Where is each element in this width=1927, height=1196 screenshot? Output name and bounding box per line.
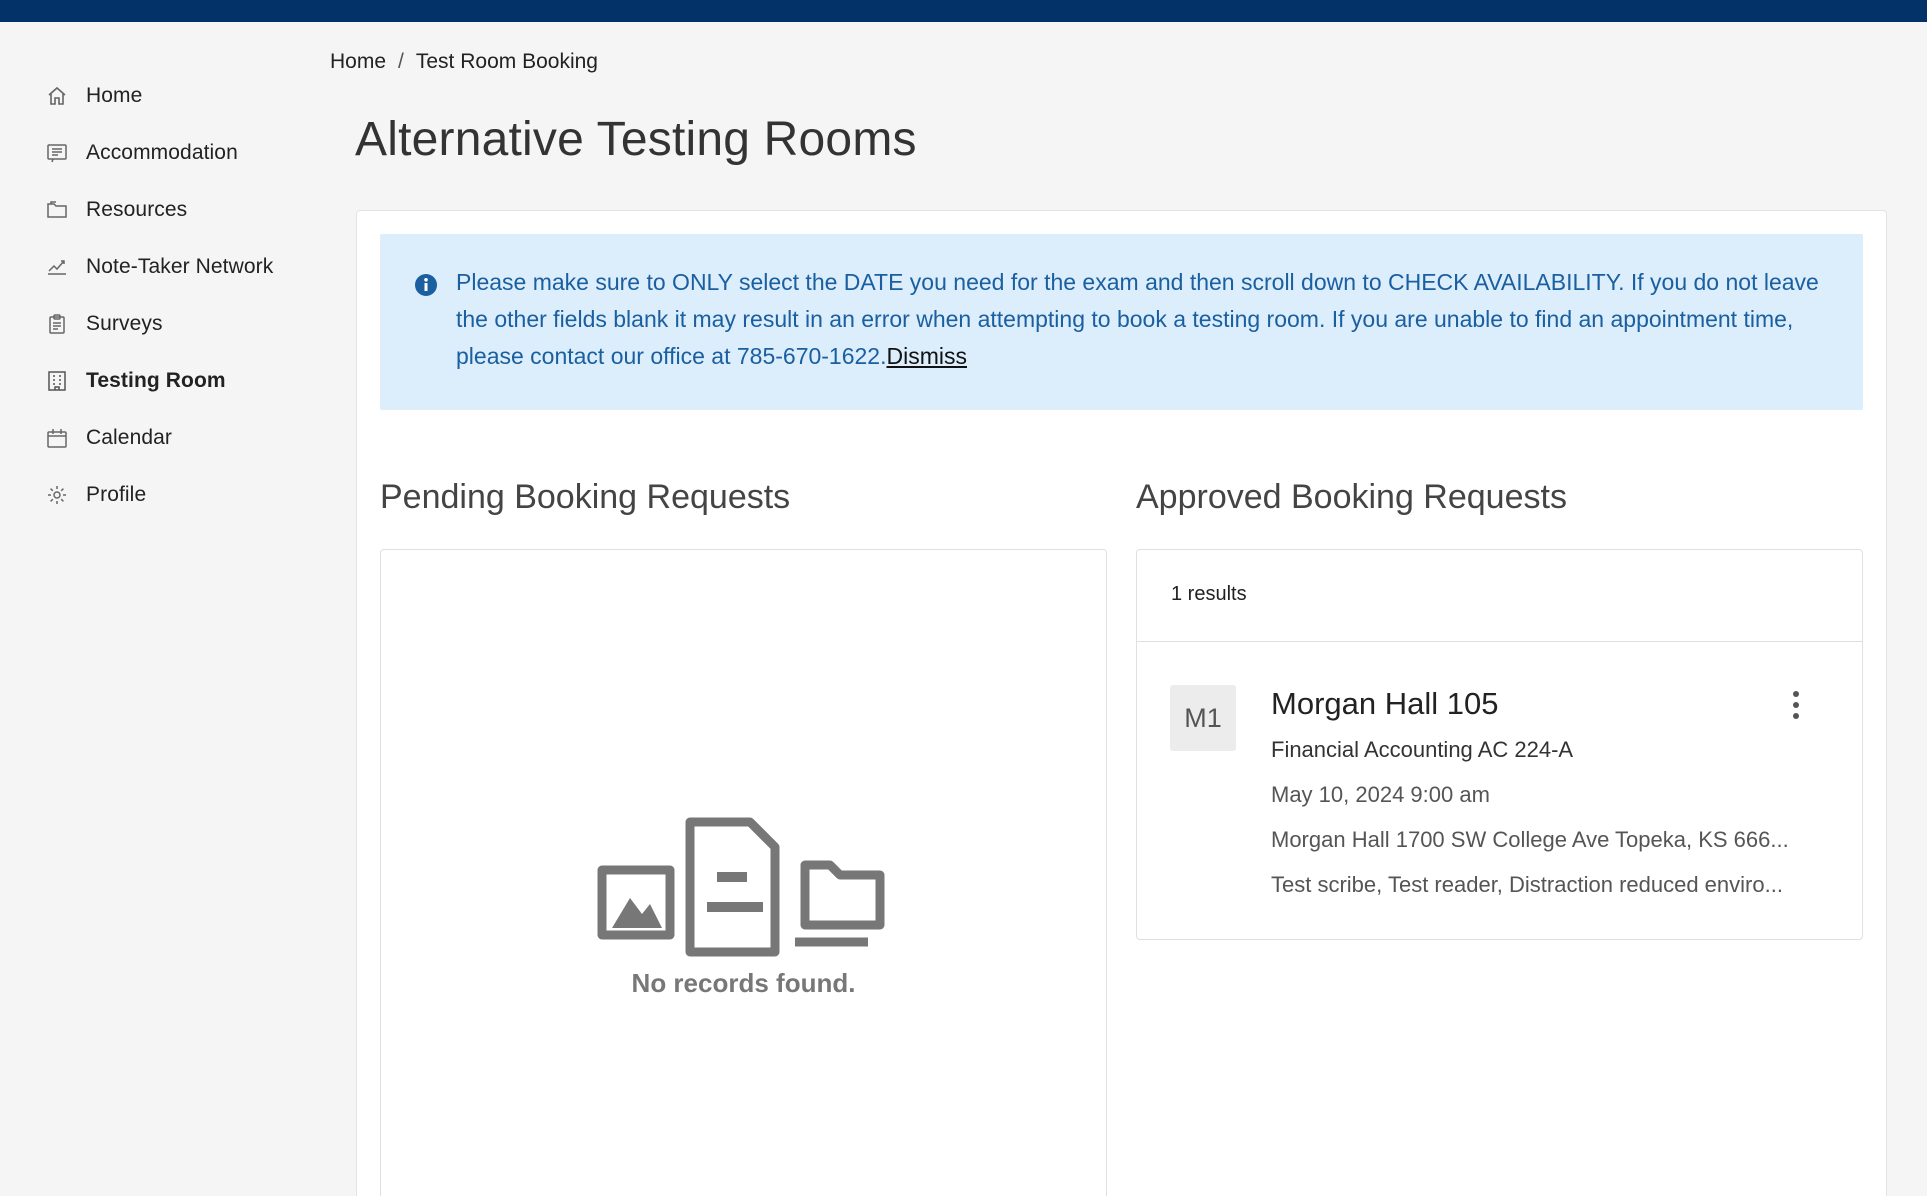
breadcrumb: Home / Test Room Booking [330,50,598,74]
breadcrumb-current: Test Room Booking [415,50,598,73]
sidebar-item-label: Testing Room [86,369,226,392]
sidebar-item-profile[interactable]: Profile [44,475,146,515]
approved-section-title: Approved Booking Requests [1136,478,1567,516]
clipboard-icon [44,311,70,337]
sidebar-item-label: Calendar [86,426,173,449]
results-count: 1 results [1171,583,1247,605]
gear-icon [44,482,70,508]
sidebar-item-home[interactable]: Home [44,76,142,116]
divider [1137,641,1862,642]
home-icon [44,83,70,109]
more-options-icon[interactable] [1786,688,1806,722]
top-bar [0,0,1927,22]
building-icon [44,368,70,394]
booking-room-name[interactable]: Morgan Hall 105 [1271,686,1498,722]
list-icon [44,140,70,166]
sidebar-item-accommodation[interactable]: Accommodation [44,133,238,173]
sidebar-item-resources[interactable]: Resources [44,190,187,230]
folder-icon [44,197,70,223]
info-banner-message: Please make sure to ONLY select the DATE… [456,269,1819,369]
sidebar-item-label: Accommodation [86,141,238,164]
sidebar-item-label: Resources [86,198,188,221]
sidebar-item-label: Note-Taker Network [86,255,274,278]
page-title: Alternative Testing Rooms [355,113,917,166]
sidebar-item-calendar[interactable]: Calendar [44,418,172,458]
empty-state-icon [597,817,885,957]
sidebar-item-label: Profile [86,483,147,506]
sidebar: Home Accommodation Resources Note-Taker … [0,22,330,1196]
info-banner-text: Please make sure to ONLY select the DATE… [456,264,1836,375]
room-avatar: M1 [1170,685,1236,751]
info-icon [414,273,438,297]
booking-accommodations: Test scribe, Test reader, Distraction re… [1271,872,1783,897]
no-records-text: No records found. [631,968,856,998]
booking-address: Morgan Hall 1700 SW College Ave Topeka, … [1271,827,1789,852]
sidebar-item-label: Home [86,84,143,107]
breadcrumb-home-link[interactable]: Home [330,50,386,74]
sidebar-item-testing-room[interactable]: Testing Room [44,361,226,401]
sidebar-item-label: Surveys [86,312,163,335]
breadcrumb-separator: / [398,50,404,73]
sidebar-item-surveys[interactable]: Surveys [44,304,163,344]
dismiss-link[interactable]: Dismiss [887,343,968,369]
pending-section-title: Pending Booking Requests [380,478,791,516]
signature-icon [44,254,70,280]
sidebar-item-note-taker-network[interactable]: Note-Taker Network [44,247,273,287]
booking-datetime: May 10, 2024 9:00 am [1271,782,1490,807]
calendar-icon [44,425,70,451]
booking-course: Financial Accounting AC 224-A [1271,737,1574,762]
